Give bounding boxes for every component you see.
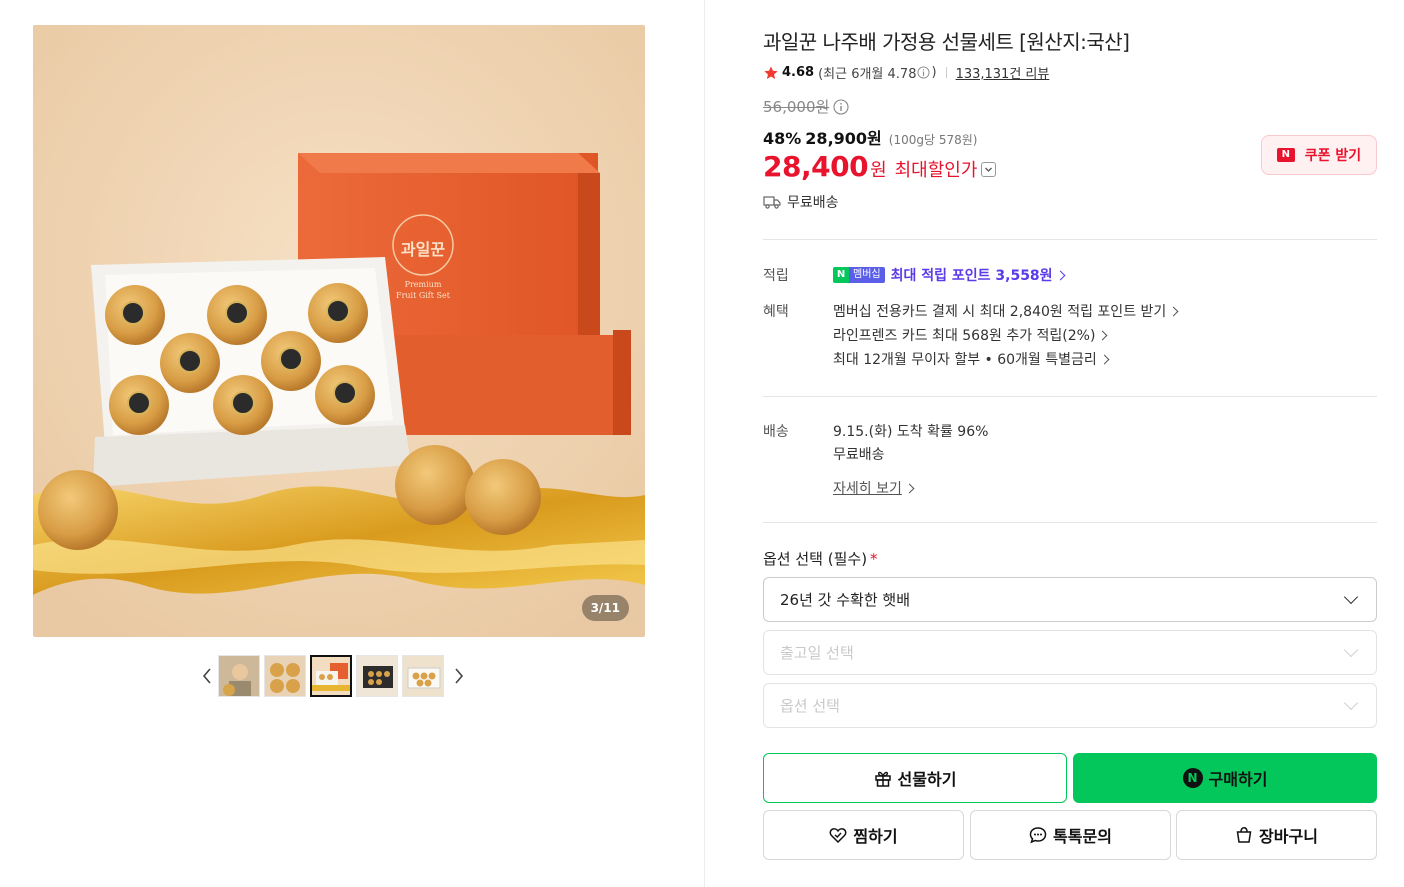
delivery-arrival: 9.15.(화) 도착 확률 96% xyxy=(833,424,989,440)
info-icon[interactable] xyxy=(917,66,931,79)
chevron-right-icon xyxy=(1055,270,1066,280)
thumb-prev-button[interactable] xyxy=(196,655,218,697)
price-info-icon[interactable] xyxy=(833,98,849,115)
option-selected-value: 26년 갓 수확한 햇배 xyxy=(780,591,910,609)
wish-button[interactable]: 찜하기 xyxy=(763,810,964,860)
chevron-left-icon xyxy=(202,668,211,684)
shopping-bag-icon xyxy=(1235,826,1253,844)
buy-label: 구매하기 xyxy=(1208,770,1268,789)
perk-item-2[interactable]: 라인프렌즈 카드 최대 568원 추가 적립(2%) xyxy=(833,325,1108,345)
ship-date-placeholder: 출고일 선택 xyxy=(780,644,854,662)
thumbnail-1[interactable] xyxy=(218,655,260,697)
option-select-sub[interactable]: 옵션 선택 xyxy=(763,683,1377,728)
coupon-label: 쿠폰 받기 xyxy=(1304,148,1362,164)
buy-button[interactable]: N 구매하기 xyxy=(1073,753,1377,803)
ship-date-select[interactable]: 출고일 선택 xyxy=(763,630,1377,675)
truck-icon xyxy=(763,196,781,209)
sale-price: 28,900원 xyxy=(805,129,882,148)
chat-bubble-icon xyxy=(1029,826,1047,844)
original-price-row: 56,000원 xyxy=(763,96,849,117)
max-discount-won: 원 xyxy=(870,160,887,181)
unit-price: (100g당 578원) xyxy=(888,133,978,147)
image-counter: 3/11 xyxy=(581,595,629,621)
svg-text:Fruit Gift Set: Fruit Gift Set xyxy=(396,291,451,300)
perk-item-1[interactable]: 멤버십 전용카드 결제 시 최대 2,840원 적립 포인트 받기 xyxy=(833,301,1179,321)
gift-icon xyxy=(874,769,892,787)
column-divider xyxy=(704,0,705,887)
perk-text: 라인프렌즈 카드 최대 568원 추가 적립(2%) xyxy=(833,328,1096,344)
points-row[interactable]: N 멤버십 최대 적립 포인트 3,558원 xyxy=(833,265,1066,285)
chevron-right-icon xyxy=(1099,354,1110,364)
option-select-main[interactable]: 26년 갓 수확한 햇배 xyxy=(763,577,1377,622)
thumbnail-2[interactable] xyxy=(264,655,306,697)
thumbnail-5[interactable] xyxy=(402,655,444,697)
svg-text:Premium: Premium xyxy=(405,280,442,289)
option-placeholder: 옵션 선택 xyxy=(780,697,840,715)
product-page: 과일꾼 Premium Fruit Gift Set 3/11 과일꾼 나주배 … xyxy=(0,0,1404,887)
naver-badge-icon: N xyxy=(1276,148,1295,162)
chevron-right-icon xyxy=(455,668,464,684)
naver-n-icon: N xyxy=(1182,768,1203,788)
rating-separator xyxy=(945,67,947,78)
delivery-fee: 무료배송 xyxy=(833,447,885,463)
chevron-right-icon xyxy=(904,483,915,493)
max-discount-price: 28,400 xyxy=(763,150,869,183)
gift-button[interactable]: 선물하기 xyxy=(763,753,1067,803)
talk-button[interactable]: 톡톡문의 xyxy=(970,810,1171,860)
rating-recent-close: ) xyxy=(931,65,937,80)
points-text: 최대 적립 포인트 3,558원 xyxy=(890,268,1053,284)
discount-rate: 48% xyxy=(763,129,802,148)
product-title: 과일꾼 나주배 가정용 선물세트 [원산지:국산] xyxy=(763,30,1130,54)
membership-badge-icon: N 멤버십 xyxy=(833,267,885,283)
chevron-down-icon[interactable] xyxy=(981,162,997,177)
heart-icon xyxy=(829,827,847,843)
required-mark: * xyxy=(870,550,878,568)
cart-label: 장바구니 xyxy=(1259,827,1318,846)
sale-price-row: 48% 28,900원 (100g당 578원) xyxy=(763,125,977,149)
divider-1 xyxy=(763,239,1377,240)
chevron-right-icon xyxy=(1097,330,1108,340)
option-title: 옵션 선택 (필수) * xyxy=(763,550,878,568)
delivery-label: 배송 xyxy=(763,424,789,440)
chevron-right-icon xyxy=(1168,306,1179,316)
cart-button[interactable]: 장바구니 xyxy=(1176,810,1377,860)
star-icon xyxy=(764,65,778,79)
box-logo-text: 과일꾼 xyxy=(401,240,445,259)
thumb-next-button[interactable] xyxy=(448,655,470,697)
product-gallery: 과일꾼 Premium Fruit Gift Set 3/11 xyxy=(0,0,704,887)
perks-label: 혜택 xyxy=(763,304,789,320)
perk-text: 멤버십 전용카드 결제 시 최대 2,840원 적립 포인트 받기 xyxy=(833,304,1167,320)
chevron-down-icon xyxy=(1343,695,1359,710)
talk-label: 톡톡문의 xyxy=(1053,827,1112,846)
shipping-text: 무료배송 xyxy=(787,195,839,211)
rating-recent: (최근 6개월 4.78 xyxy=(818,67,917,82)
pear-gift-set-photo: 과일꾼 Premium Fruit Gift Set xyxy=(33,25,645,637)
wish-label: 찜하기 xyxy=(853,827,898,846)
thumbnail-3[interactable] xyxy=(310,655,352,697)
delivery-details-link[interactable]: 자세히 보기 xyxy=(833,478,915,498)
original-price: 56,000원 xyxy=(763,98,830,116)
review-count-link[interactable]: 133,131건 리뷰 xyxy=(956,63,1050,82)
product-main-image[interactable]: 과일꾼 Premium Fruit Gift Set 3/11 xyxy=(33,25,645,637)
thumbnail-4[interactable] xyxy=(356,655,398,697)
thumbnail-strip xyxy=(196,655,470,697)
max-discount-label: 최대할인가 xyxy=(894,160,978,181)
rating-score: 4.68 xyxy=(782,65,815,80)
gift-label: 선물하기 xyxy=(897,770,957,789)
perk-item-3[interactable]: 최대 12개월 무이자 할부 • 60개월 특별금리 xyxy=(833,349,1110,369)
coupon-button[interactable]: N 쿠폰 받기 xyxy=(1261,135,1377,175)
points-label: 적립 xyxy=(763,268,789,284)
perk-text: 최대 12개월 무이자 할부 • 60개월 특별금리 xyxy=(833,352,1097,368)
divider-2 xyxy=(763,396,1377,397)
rating-row: 4.68 (최근 6개월 4.78 ) 133,131건 리뷰 xyxy=(763,63,1049,82)
chevron-down-icon xyxy=(1343,642,1359,657)
divider-3 xyxy=(763,522,1377,523)
chevron-down-icon xyxy=(1343,589,1359,604)
shipping-row: 무료배송 xyxy=(763,192,839,212)
max-discount-row[interactable]: 28,400 원 최대할인가 xyxy=(763,150,997,183)
